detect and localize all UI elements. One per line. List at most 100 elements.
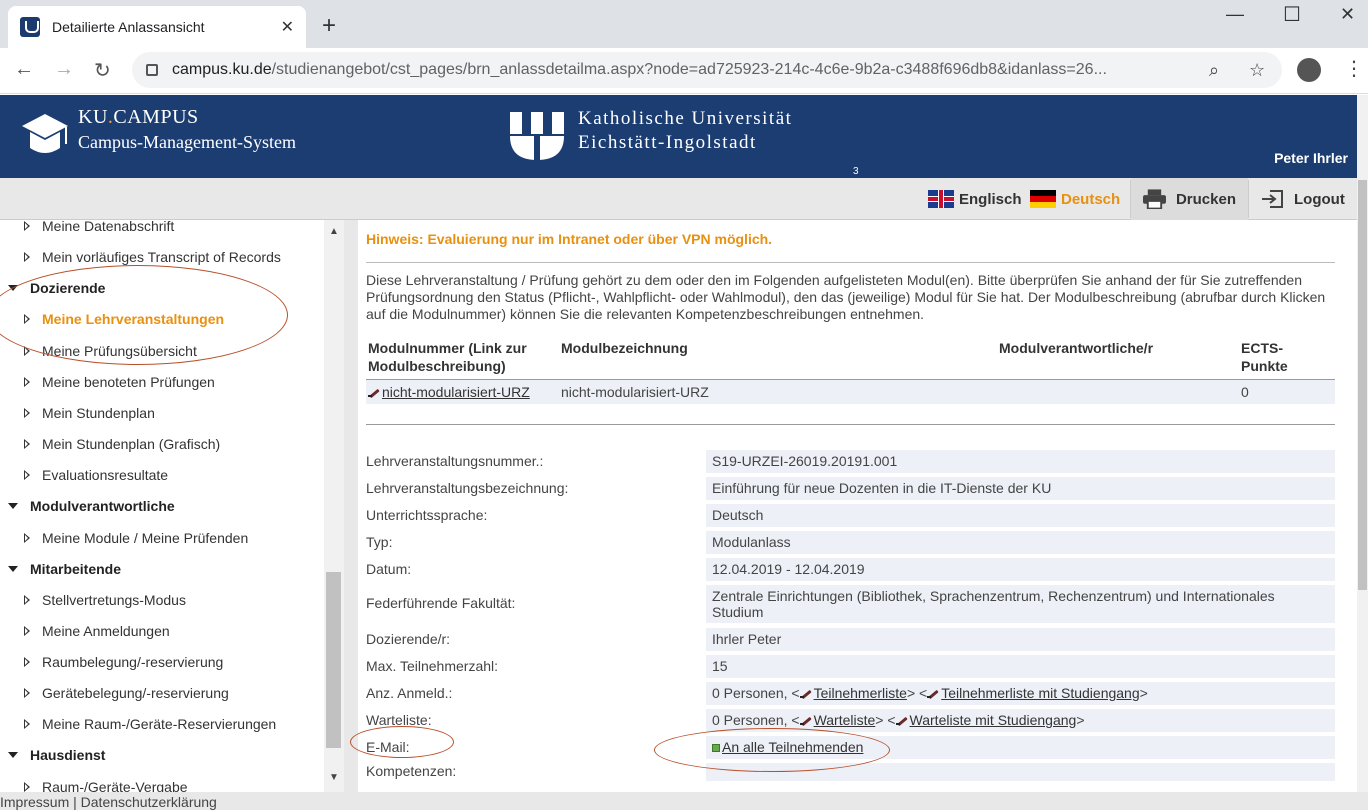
collapse-triangle-icon <box>8 565 18 572</box>
value-max-teilnehmer: 15 <box>706 655 1335 678</box>
close-tab-icon[interactable]: ✕ <box>281 17 294 37</box>
tab-title: Detailierte Anlassansicht <box>52 19 205 35</box>
col-header-modulnummer: Modulnummer (Link zur Modulbeschreibung) <box>368 340 527 374</box>
expand-triangle-icon <box>24 438 30 449</box>
logo-brand: KU <box>78 106 108 128</box>
value-email: An alle Teilnehmenden <box>706 736 1335 759</box>
german-flag-icon <box>1030 190 1056 208</box>
anmeld-separator: > < <box>906 685 928 701</box>
minimize-icon[interactable]: — <box>1226 4 1244 25</box>
col-header-ects: ECTS-Punkte <box>1241 340 1288 374</box>
header-counter: 3 <box>853 166 859 177</box>
sidebar-item-pruefungsuebersicht[interactable]: Meine Prüfungsübersicht <box>0 335 324 366</box>
sidebar-item-raumbelegung[interactable]: Raumbelegung/-reservierung <box>0 646 324 677</box>
sidebar-item-benotete-pruefungen[interactable]: Meine benoteten Prüfungen <box>0 366 324 397</box>
teilnehmerliste-studiengang-link[interactable]: Teilnehmerliste mit Studiengang <box>941 685 1139 701</box>
browser-tab[interactable]: Detailierte Anlassansicht ✕ <box>8 6 306 48</box>
sidebar-item-geraetebelegung[interactable]: Gerätebelegung/-reservierung <box>0 677 324 708</box>
scrollbar-thumb[interactable] <box>326 572 341 748</box>
zoom-icon[interactable]: ⌕ <box>1209 60 1219 81</box>
sidebar-section-hausdienst[interactable]: Hausdienst <box>0 739 324 770</box>
scroll-up-icon[interactable]: ▲ <box>329 226 339 237</box>
datenschutz-link[interactable]: Datenschutzerklärung <box>81 794 217 810</box>
sidebar-nav: Meine Datenabschrift Mein vorläufiges Tr… <box>0 220 324 792</box>
value-dozent: Ihrler Peter <box>706 628 1335 651</box>
new-tab-icon[interactable]: + <box>322 12 336 40</box>
expand-triangle-icon <box>24 594 30 605</box>
sidebar-item-label: Mein vorläufiges Transcript of Records <box>42 248 281 265</box>
url-input[interactable]: campus.ku.de/studienangebot/cst_pages/br… <box>132 52 1282 88</box>
teilnehmerliste-link[interactable]: Teilnehmerliste <box>814 685 907 701</box>
sidebar-item-stundenplan-grafisch[interactable]: Mein Stundenplan (Grafisch) <box>0 428 324 459</box>
expand-triangle-icon <box>24 718 30 729</box>
university-name-line1: Katholische Universität <box>578 108 793 129</box>
label-dozent: Dozierende/r: <box>366 631 451 647</box>
page-scrollbar[interactable] <box>1357 95 1368 792</box>
expand-triangle-icon <box>24 407 30 418</box>
browser-menu-icon[interactable]: ⋮ <box>1344 56 1364 81</box>
pen-icon <box>368 388 380 398</box>
lang-german-button[interactable]: Deutsch <box>1030 178 1120 220</box>
value-typ: Modulanlass <box>706 531 1335 554</box>
expand-triangle-icon <box>24 469 30 480</box>
sidebar-item-anmeldungen[interactable]: Meine Anmeldungen <box>0 615 324 646</box>
lang-english-button[interactable]: Englisch <box>928 178 1022 220</box>
value-kompetenzen <box>706 763 1335 781</box>
sidebar-section-modulverantwortliche[interactable]: Modulverantwortliche <box>0 490 324 521</box>
bookmark-star-icon[interactable]: ☆ <box>1249 60 1265 81</box>
label-fakultaet: Federführende Fakultät: <box>366 595 516 611</box>
email-all-participants-link[interactable]: An alle Teilnehmenden <box>722 739 863 755</box>
sidebar-item-vergabe[interactable]: Raum-/Geräte-Vergabe <box>0 771 324 792</box>
label-lv-bezeichnung: Lehrveranstaltungsbezeichnung: <box>366 480 569 496</box>
sidebar-item-label: Raum-/Geräte-Vergabe <box>42 778 188 793</box>
sidebar-item-evaluationsresultate[interactable]: Evaluationsresultate <box>0 459 324 490</box>
warteliste-studiengang-link[interactable]: Warteliste mit Studiengang <box>910 712 1077 728</box>
lang-english-label: Englisch <box>959 190 1022 208</box>
expand-triangle-icon <box>24 532 30 543</box>
logout-button[interactable]: Logout <box>1260 178 1345 220</box>
col-header-modulbezeichnung: Modulbezeichnung <box>561 340 688 356</box>
sidebar-section-mitarbeitende[interactable]: Mitarbeitende <box>0 553 324 584</box>
url-text: campus.ku.de/studienangebot/cst_pages/br… <box>172 61 1192 79</box>
module-name-cell: nicht-modularisiert-URZ <box>561 384 709 400</box>
pen-icon <box>799 716 812 726</box>
back-icon[interactable]: ← <box>14 58 34 81</box>
sidebar-item-lehrveranstaltungen[interactable]: Meine Lehrveranstaltungen <box>0 303 324 334</box>
sidebar-item-stellvertretung[interactable]: Stellvertretungs-Modus <box>0 584 324 615</box>
impressum-link[interactable]: Impressum <box>0 794 69 810</box>
expand-triangle-icon <box>24 656 30 667</box>
sidebar-section-dozierende[interactable]: Dozierende <box>0 272 324 303</box>
lang-german-label: Deutsch <box>1061 190 1121 208</box>
scroll-down-icon[interactable]: ▼ <box>329 772 339 783</box>
warteliste-link[interactable]: Warteliste <box>814 712 876 728</box>
module-number-link[interactable]: nicht-modularisiert-URZ <box>368 384 530 400</box>
sidebar-scrollbar[interactable]: ▲ ▼ <box>324 220 344 792</box>
logout-label: Logout <box>1294 190 1345 208</box>
scrollbar-thumb[interactable] <box>1358 180 1367 590</box>
profile-avatar-icon[interactable] <box>1297 58 1321 82</box>
forward-icon[interactable]: → <box>54 58 74 81</box>
sidebar-item-label: Evaluationsresultate <box>42 466 169 483</box>
maximize-icon[interactable]: ☐ <box>1283 2 1301 27</box>
sidebar-item-module-pruefende[interactable]: Meine Module / Meine Prüfenden <box>0 522 324 553</box>
value-lv-nummer: S19-URZEI-26019.20191.001 <box>706 450 1335 473</box>
print-button[interactable]: Drucken <box>1131 178 1248 220</box>
sidebar-item-datenabschrift[interactable]: Meine Datenabschrift <box>0 220 324 241</box>
collapse-triangle-icon <box>8 284 18 291</box>
sidebar-item-reservierungen[interactable]: Meine Raum-/Geräte-Reservierungen <box>0 708 324 739</box>
reload-icon[interactable]: ↻ <box>94 58 111 83</box>
sidebar-item-stundenplan[interactable]: Mein Stundenplan <box>0 397 324 428</box>
sidebar-item-label: Mein Stundenplan <box>42 404 155 421</box>
sidebar-item-label: Meine Datenabschrift <box>42 220 175 234</box>
window-close-icon[interactable]: ✕ <box>1340 4 1355 25</box>
sidebar-item-transcript[interactable]: Mein vorläufiges Transcript of Records <box>0 241 324 272</box>
module-number-text[interactable]: nicht-modularisiert-URZ <box>382 384 530 400</box>
evaluation-hint: Hinweis: Evaluierung nur im Intranet ode… <box>366 231 773 247</box>
sidebar-item-label: Gerätebelegung/-reservierung <box>42 684 229 701</box>
sidebar-section-label: Modulverantwortliche <box>30 497 175 514</box>
value-sprache: Deutsch <box>706 504 1335 527</box>
label-datum: Datum: <box>366 561 412 577</box>
expand-triangle-icon <box>24 345 30 356</box>
pen-icon <box>799 689 812 699</box>
sidebar-item-label: Stellvertretungs-Modus <box>42 591 186 608</box>
